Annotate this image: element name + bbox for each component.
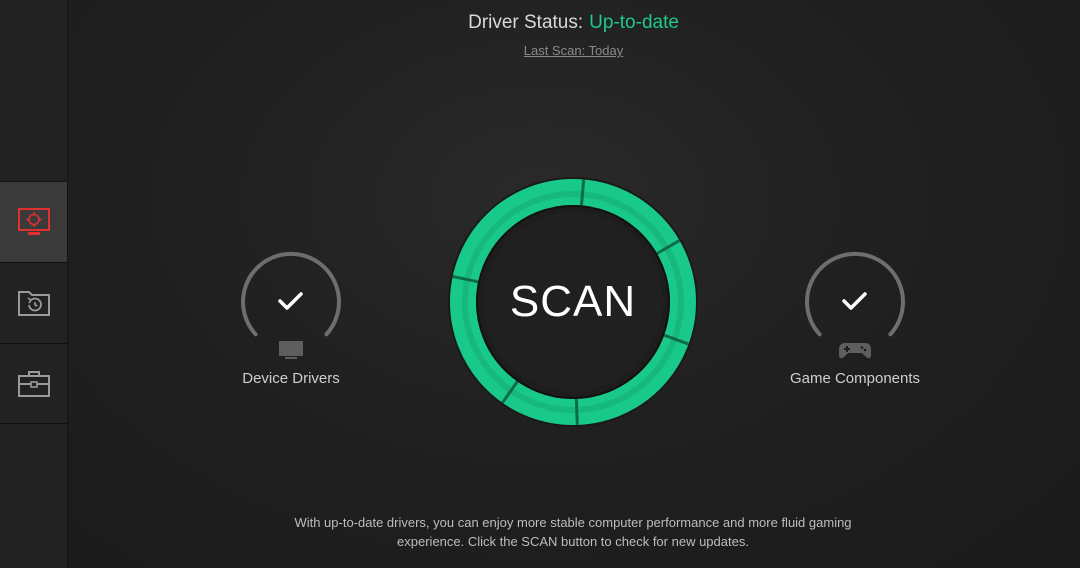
scan-label: SCAN [509, 277, 637, 326]
info-text: With up-to-date drivers, you can enjoy m… [255, 513, 891, 551]
sidebar-item-scan[interactable] [0, 181, 67, 262]
toolbox-icon [17, 371, 50, 397]
sidebar [0, 0, 68, 568]
checkmark-icon [842, 292, 867, 310]
scan-button[interactable]: SCAN [447, 176, 699, 428]
info-text-line-1: With up-to-date drivers, you can enjoy m… [294, 515, 852, 530]
device-drivers-label: Device Drivers [242, 370, 340, 387]
sidebar-item-restore[interactable] [0, 262, 67, 343]
restore-folder-icon [17, 291, 50, 316]
monitor-scan-icon [17, 208, 50, 235]
game-components-label: Game Components [789, 370, 921, 387]
sidebar-divider [0, 423, 67, 424]
driver-status: Driver Status: Up-to-date [67, 12, 1080, 34]
sidebar-item-toolbox[interactable] [0, 343, 67, 424]
device-drivers-gauge[interactable]: Device Drivers [221, 246, 361, 387]
status-label: Driver Status: [468, 12, 584, 33]
status-value: Up-to-date [589, 12, 679, 33]
info-text-line-2: experience. Click the SCAN button to che… [397, 534, 749, 549]
gauge-ring [241, 251, 341, 359]
game-components-gauge[interactable]: Game Components [785, 246, 925, 387]
gauge-ring [805, 251, 905, 359]
last-scan-link[interactable]: Last Scan: Today [67, 43, 1080, 58]
app-window: Driver Status: Up-to-date Last Scan: Toda… [0, 0, 1080, 568]
monitor-icon [279, 341, 303, 359]
checkmark-icon [278, 292, 303, 310]
gamepad-icon [839, 343, 871, 359]
